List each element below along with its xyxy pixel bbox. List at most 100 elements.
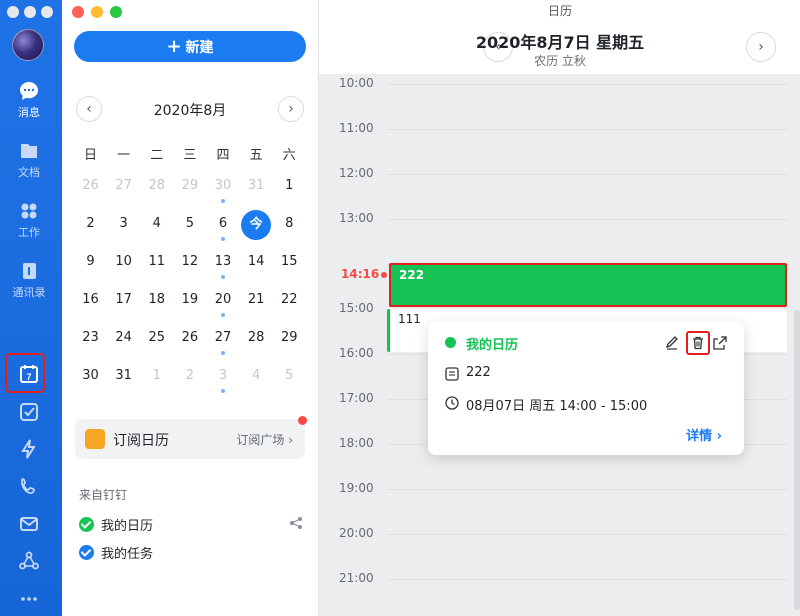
calendar-day[interactable]: 1: [140, 362, 173, 400]
calendar-day[interactable]: 9: [74, 248, 107, 286]
calendar-day[interactable]: 26: [74, 172, 107, 210]
edit-pencil-icon[interactable]: [664, 335, 680, 351]
calendar-day[interactable]: 31: [240, 172, 273, 210]
calendar-week-row: 23 24 25 26 27 28 29: [74, 324, 306, 362]
next-month-button[interactable]: ›: [278, 96, 304, 122]
hour-row[interactable]: 13:00: [319, 211, 800, 264]
event-title: 222: [399, 268, 425, 282]
lightning-icon[interactable]: [18, 438, 40, 460]
window-title: 日历: [547, 4, 572, 18]
window-close-icon[interactable]: [7, 6, 19, 18]
calendar-day[interactable]: 30: [74, 362, 107, 400]
hour-row[interactable]: 12:00: [319, 166, 800, 219]
calendar-day[interactable]: 27: [107, 172, 140, 210]
popover-event-time: 08月07日 周五 14:00 - 15:00: [466, 399, 648, 414]
window-minimize-icon[interactable]: [24, 6, 36, 18]
check-circle-icon[interactable]: [79, 517, 94, 532]
calendar-day[interactable]: 22: [273, 286, 306, 324]
scrollbar[interactable]: [794, 310, 800, 610]
calendar-day[interactable]: 18: [140, 286, 173, 324]
hour-row[interactable]: 11:00: [319, 121, 800, 174]
calendar-day[interactable]: 17: [107, 286, 140, 324]
subscribe-link[interactable]: 订阅广场 ›: [236, 431, 293, 448]
hour-label: 18:00: [339, 436, 374, 450]
calendar-day[interactable]: 8: [273, 210, 306, 248]
phone-icon[interactable]: [18, 475, 40, 497]
mini-calendar-title: 2020年8月: [153, 103, 227, 119]
check-circle-icon[interactable]: [79, 545, 94, 560]
hour-row[interactable]: 21:00: [319, 571, 800, 616]
calendar-icon[interactable]: 7: [18, 363, 40, 385]
event-block-222[interactable]: 222: [389, 263, 787, 307]
calendar-entry-tasks[interactable]: 我的任务: [79, 543, 153, 562]
next-day-button[interactable]: ›: [746, 32, 776, 62]
calendar-day[interactable]: 26: [173, 324, 206, 362]
nav-item-messages[interactable]: 消息: [0, 80, 58, 120]
calendar-day[interactable]: 29: [173, 172, 206, 210]
calendar-day[interactable]: 6: [207, 210, 240, 248]
calendar-entry-mine[interactable]: 我的日历: [79, 515, 153, 534]
chevron-right-icon: ›: [288, 101, 294, 117]
todo-check-icon[interactable]: [18, 401, 40, 423]
mac-close-icon[interactable]: [72, 6, 84, 18]
calendar-day[interactable]: 4: [140, 210, 173, 248]
calendar-day-today[interactable]: 今: [240, 210, 273, 248]
calendar-day[interactable]: 27: [207, 324, 240, 362]
calendar-day[interactable]: 21: [240, 286, 273, 324]
calendar-day[interactable]: 16: [74, 286, 107, 324]
nav-item-docs[interactable]: 文档: [0, 140, 58, 180]
calendar-day[interactable]: 31: [107, 362, 140, 400]
mac-minimize-icon[interactable]: [91, 6, 103, 18]
window-zoom-icon[interactable]: [41, 6, 53, 18]
calendar-day[interactable]: 29: [273, 324, 306, 362]
details-link[interactable]: 详情 ›: [686, 425, 722, 444]
calendar-day[interactable]: 5: [273, 362, 306, 400]
calendar-day[interactable]: 19: [173, 286, 206, 324]
calendar-day[interactable]: 30: [207, 172, 240, 210]
nav-label-contacts: 通讯录: [12, 286, 46, 299]
hour-row[interactable]: 10:00: [319, 76, 800, 129]
weekday-label: 日: [84, 148, 98, 163]
calendar-day[interactable]: 28: [240, 324, 273, 362]
lunar-subtitle: 农历 立秋: [534, 54, 586, 68]
more-icon[interactable]: [18, 588, 40, 610]
nav-item-work[interactable]: 工作: [0, 200, 58, 240]
calendar-day[interactable]: 25: [140, 324, 173, 362]
nav-item-contacts[interactable]: 通讯录: [0, 260, 58, 300]
calendar-day[interactable]: 5: [173, 210, 206, 248]
hour-label: 21:00: [339, 571, 374, 585]
mini-calendar-grid: 日一二三四五六 26 27 28 29 30 31 1 2 3 4 5 6 今 8 9 10 11 12 13 14 15…: [74, 140, 306, 400]
mail-icon[interactable]: [18, 513, 40, 535]
hour-row[interactable]: 20:00: [319, 526, 800, 579]
calendar-day[interactable]: 4: [240, 362, 273, 400]
event-title-icon: [445, 367, 459, 381]
calendar-day[interactable]: 2: [173, 362, 206, 400]
mac-zoom-icon[interactable]: [110, 6, 122, 18]
external-link-icon[interactable]: [712, 335, 728, 351]
calendar-day[interactable]: 14: [240, 248, 273, 286]
network-icon[interactable]: [18, 550, 40, 572]
calendar-day[interactable]: 3: [207, 362, 240, 400]
share-icon[interactable]: [289, 516, 303, 530]
trash-icon[interactable]: [690, 335, 706, 351]
calendar-day[interactable]: 1: [273, 172, 306, 210]
subscribe-calendar-card[interactable]: 订阅日历 订阅广场 ›: [75, 419, 305, 459]
calendar-day[interactable]: 13: [207, 248, 240, 286]
calendar-day[interactable]: 24: [107, 324, 140, 362]
calendar-day[interactable]: 12: [173, 248, 206, 286]
avatar[interactable]: [12, 29, 44, 61]
prev-month-button[interactable]: ‹: [76, 96, 102, 122]
calendar-day[interactable]: 10: [107, 248, 140, 286]
hour-row[interactable]: 19:00: [319, 481, 800, 534]
svg-text:7: 7: [26, 372, 31, 382]
new-event-button[interactable]: + 新建: [74, 31, 306, 62]
calendar-day[interactable]: 20: [207, 286, 240, 324]
calendar-day[interactable]: 3: [107, 210, 140, 248]
documents-icon: [21, 144, 37, 158]
calendar-day[interactable]: 11: [140, 248, 173, 286]
calendar-day[interactable]: 23: [74, 324, 107, 362]
calendar-day[interactable]: 15: [273, 248, 306, 286]
hour-label: 19:00: [339, 481, 374, 495]
calendar-day[interactable]: 28: [140, 172, 173, 210]
calendar-day[interactable]: 2: [74, 210, 107, 248]
